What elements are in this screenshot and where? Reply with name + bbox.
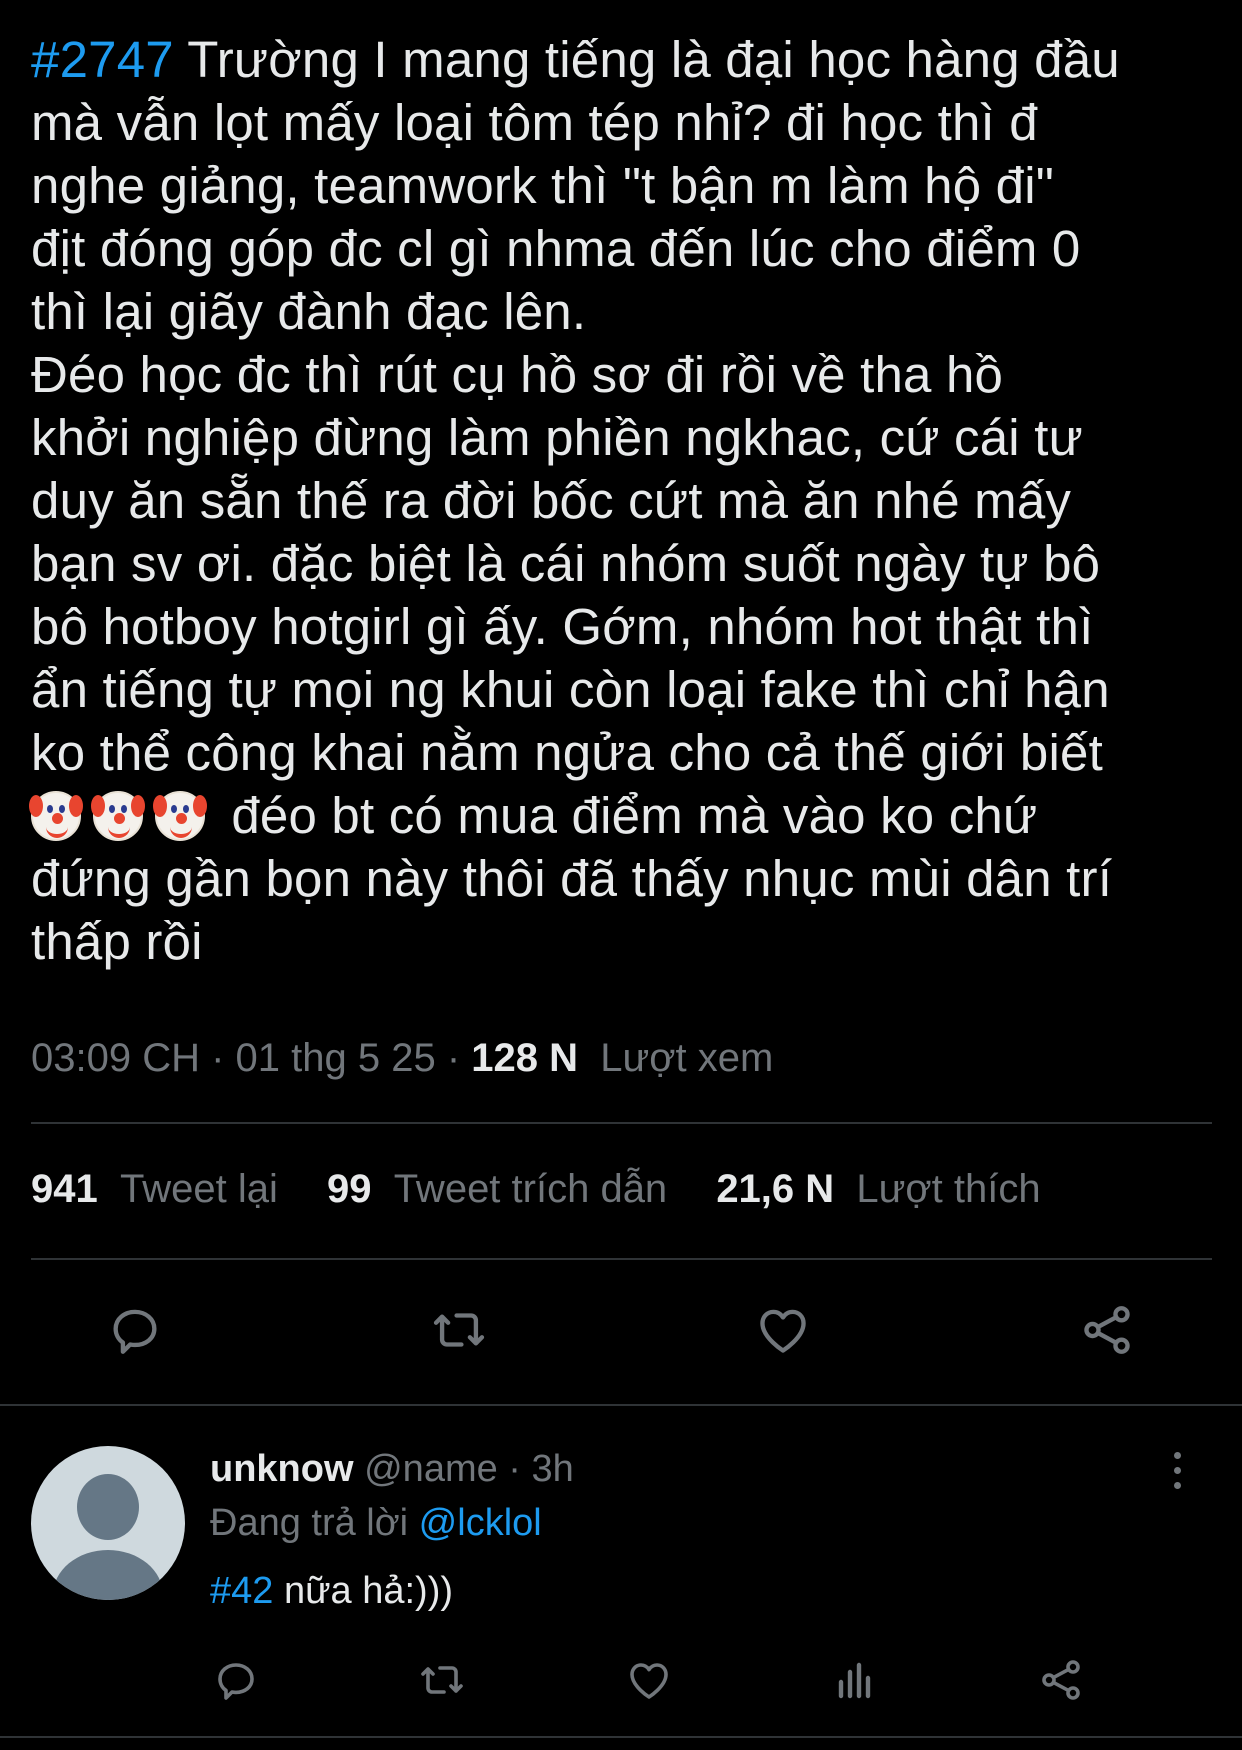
likes-label: Lượt thích — [856, 1167, 1041, 1211]
share-button[interactable] — [1072, 1295, 1142, 1365]
tweet-date[interactable]: 01 thg 5 25 — [236, 1036, 436, 1080]
reply-body-text: nữa hả:))) — [273, 1570, 454, 1612]
avatar[interactable] — [31, 1446, 185, 1600]
separator: · — [199, 1036, 236, 1080]
clown-face-icon — [153, 791, 207, 841]
retweets-stat[interactable]: 941 Tweet lại — [31, 1167, 278, 1211]
divider — [31, 1122, 1212, 1124]
reply-time[interactable]: 3h — [532, 1448, 574, 1490]
separator: · — [435, 1036, 472, 1080]
reply-body: #42 nữa hả:))) — [210, 1570, 453, 1613]
tweet-meta: 03:09 CH · 01 thg 5 25 · 128 N Lượt xem — [31, 1036, 773, 1081]
clown-face-icon — [29, 791, 83, 841]
like-button[interactable] — [748, 1295, 818, 1365]
tweet-body: #2747 Trường I mang tiếng là đại học hàn… — [29, 28, 1231, 973]
separator: · — [497, 1448, 532, 1490]
reply-hashtag[interactable]: #42 — [210, 1570, 273, 1612]
analytics-icon — [838, 1662, 871, 1699]
retweet-button[interactable] — [424, 1295, 494, 1365]
more-options-button[interactable] — [1162, 1452, 1192, 1498]
likes-count: 21,6 N — [716, 1167, 835, 1211]
reply-header: unknow @name · 3h — [210, 1448, 574, 1491]
mention-link[interactable]: @lcklol — [419, 1502, 542, 1544]
reply-analytics-button[interactable] — [825, 1650, 885, 1710]
retweet-icon — [421, 1666, 463, 1694]
reply-retweet-button[interactable] — [412, 1650, 472, 1710]
likes-stat[interactable]: 21,6 N Lượt thích — [716, 1167, 1040, 1211]
divider — [0, 1404, 1242, 1406]
reply-reply-button[interactable] — [206, 1650, 266, 1710]
retweets-label: Tweet lại — [119, 1167, 278, 1211]
tweet-body-text: Trường I mang tiếng là đại học hàng đầu … — [31, 31, 1120, 781]
quotes-count: 99 — [326, 1167, 372, 1211]
clown-face-icon — [91, 791, 145, 841]
quotes-label: Tweet trích dẫn — [393, 1167, 668, 1211]
reply-icon — [113, 1309, 157, 1354]
replying-to: Đang trả lời @lcklol — [210, 1502, 542, 1545]
reply-share-button[interactable] — [1031, 1650, 1091, 1710]
views-label: Lượt xem — [600, 1036, 774, 1080]
retweet-icon — [433, 1313, 485, 1347]
reply-button[interactable] — [100, 1295, 170, 1365]
share-icon — [1084, 1306, 1130, 1354]
divider — [0, 1736, 1242, 1738]
retweets-count: 941 — [31, 1167, 98, 1211]
tweet-hashtag[interactable]: #2747 — [31, 31, 174, 88]
tweet-time[interactable]: 03:09 CH — [31, 1036, 200, 1080]
clown-emoji — [29, 787, 217, 844]
divider — [31, 1258, 1212, 1260]
reply-like-button[interactable] — [619, 1650, 679, 1710]
replying-label: Đang trả lời — [210, 1502, 419, 1544]
reply-icon — [218, 1663, 254, 1700]
reply-author-name[interactable]: unknow — [210, 1448, 354, 1490]
like-icon — [760, 1309, 806, 1353]
like-icon — [630, 1663, 668, 1699]
reply-author-handle[interactable]: @name — [364, 1448, 498, 1490]
quotes-stat[interactable]: 99 Tweet trích dẫn — [327, 1167, 667, 1211]
tweet-stats: 941 Tweet lại 99 Tweet trích dẫn 21,6 N … — [31, 1167, 1079, 1212]
views-count: 128 N — [471, 1036, 579, 1080]
share-icon — [1042, 1660, 1080, 1700]
